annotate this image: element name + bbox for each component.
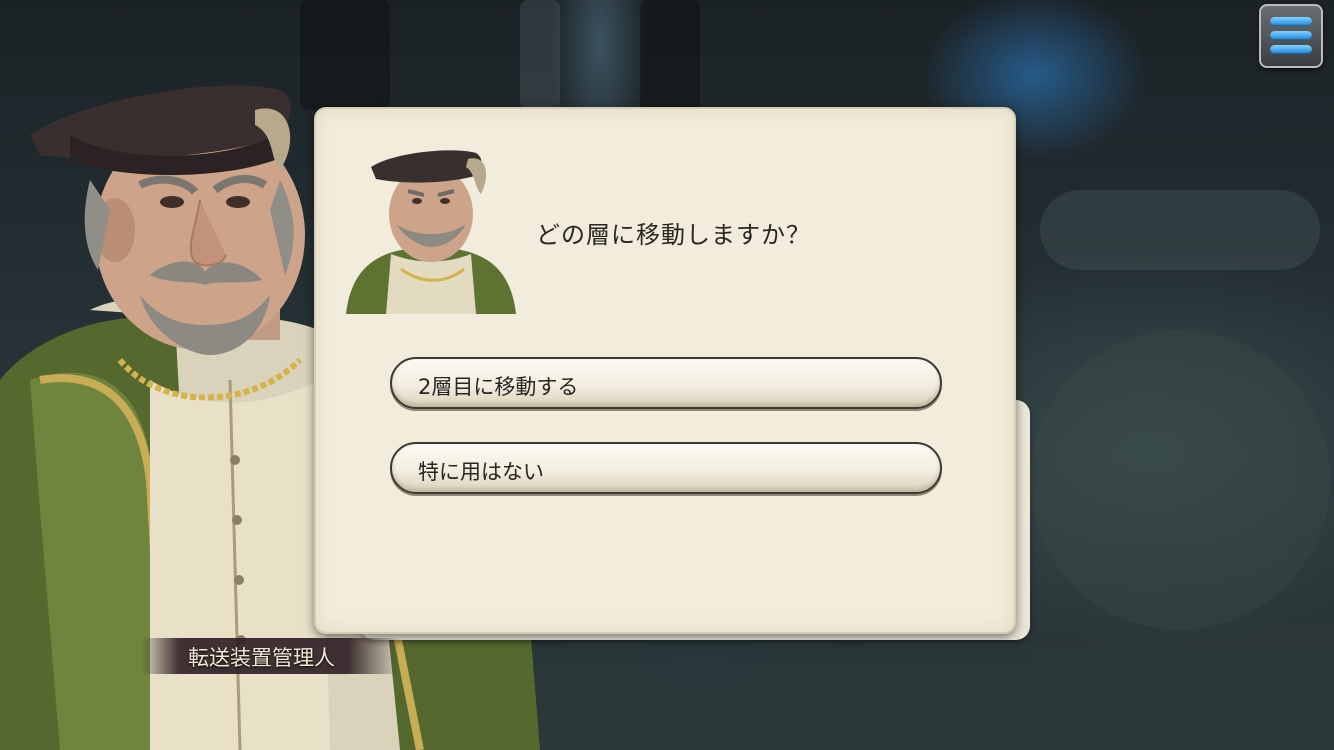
- menu-button[interactable]: [1259, 4, 1323, 68]
- choice-dialog: どの層に移動しますか？ 2層目に移動する 特に用はない: [314, 107, 1016, 634]
- speaker-nameplate: 転送装置管理人: [140, 638, 400, 674]
- speaker-portrait-thumbnail: [346, 139, 516, 314]
- choice-move-to-floor-2-button[interactable]: 2層目に移動する: [390, 357, 942, 409]
- choice-nothing-button[interactable]: 特に用はない: [390, 442, 942, 494]
- dialog-question: どの層に移動しますか？: [536, 221, 811, 249]
- choice-label: 特に用はない: [418, 460, 544, 484]
- speaker-name: 転送装置管理人: [188, 646, 335, 670]
- choice-label: 2層目に移動する: [418, 375, 579, 399]
